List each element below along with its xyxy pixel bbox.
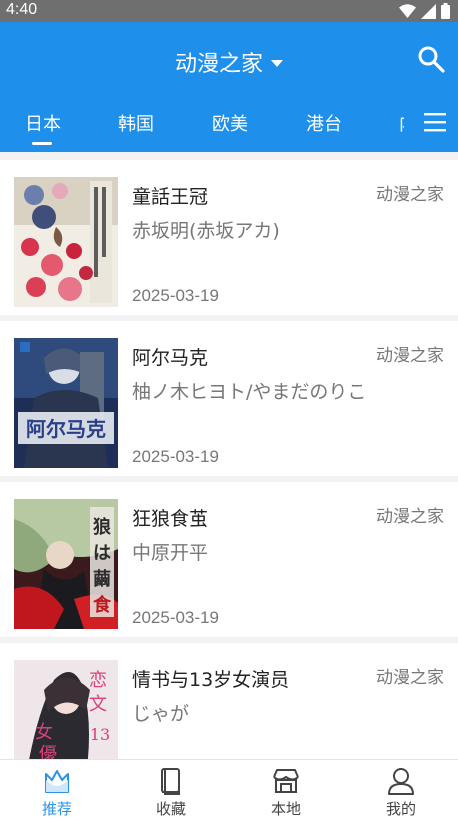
status-bar: 4:40 xyxy=(0,0,458,22)
comic-date: 2025-03-19 xyxy=(132,608,219,627)
search-icon[interactable] xyxy=(416,44,446,74)
comic-author: じゃが xyxy=(132,703,190,725)
app-bar: 动漫之家 日本 韩国 欧美 港台 内地 xyxy=(0,22,458,152)
comic-author: 中原开平 xyxy=(132,542,209,564)
svg-text:食: 食 xyxy=(92,594,112,616)
svg-text:は: は xyxy=(93,543,111,564)
svg-text:狼: 狼 xyxy=(93,516,112,538)
comic-title: 狂狼食茧 xyxy=(132,508,209,530)
tab-western[interactable]: 欧美 xyxy=(212,110,248,136)
nav-recommend[interactable]: 推荐 xyxy=(0,760,114,820)
comic-card[interactable]: 阿尔马克 阿尔马克 柚ノ木ヒヨト/やまだのりこ 2025-03-19 动漫之家 xyxy=(0,321,458,476)
user-icon xyxy=(388,768,414,795)
svg-text:恋: 恋 xyxy=(89,669,107,691)
comic-card[interactable]: 童話王冠 赤坂明(赤坂アカ) 2025-03-19 动漫之家 xyxy=(0,160,458,315)
comic-title: 情书与13岁女演员 xyxy=(132,669,290,691)
comic-source: 动漫之家 xyxy=(376,185,444,205)
status-icons xyxy=(399,3,450,19)
tab-japan[interactable]: 日本 xyxy=(25,110,61,136)
tab-korea[interactable]: 韩国 xyxy=(118,110,154,136)
nav-label: 推荐 xyxy=(41,800,72,818)
crown-icon xyxy=(45,770,69,793)
comic-author: 柚ノ木ヒヨト/やまだのりこ xyxy=(132,381,367,403)
book-icon xyxy=(161,768,180,795)
nav-mine[interactable]: 我的 xyxy=(344,760,458,820)
comic-card[interactable]: 狼 は 繭 食 狂狼食茧 中原开平 2025-03-19 动漫之家 xyxy=(0,482,458,637)
comic-author: 赤坂明(赤坂アカ) xyxy=(132,220,280,242)
signal-icon xyxy=(421,3,436,19)
nav-label: 收藏 xyxy=(155,800,186,818)
tab-mainland[interactable]: 内地 xyxy=(399,110,404,136)
comic-date: 2025-03-19 xyxy=(132,447,219,466)
battery-icon xyxy=(441,3,450,19)
svg-text:文: 文 xyxy=(89,694,107,715)
nav-local[interactable]: 本地 xyxy=(229,760,343,820)
comic-cover: 阿尔马克 xyxy=(14,338,118,468)
svg-text:繭: 繭 xyxy=(93,568,111,590)
status-time: 4:40 xyxy=(6,1,38,18)
nav-favorites[interactable]: 收藏 xyxy=(114,760,228,820)
svg-text:女: 女 xyxy=(35,722,53,743)
comic-date: 2025-03-19 xyxy=(132,286,219,305)
region-tabs: 日本 韩国 欧美 港台 内地 xyxy=(0,106,404,152)
nav-label: 本地 xyxy=(270,800,301,818)
svg-text:優: 優 xyxy=(39,744,57,759)
comic-source: 动漫之家 xyxy=(376,346,444,366)
comic-title: 阿尔马克 xyxy=(132,347,209,369)
svg-text:阿尔马克: 阿尔马克 xyxy=(26,417,106,441)
wifi-icon xyxy=(399,4,416,18)
nav-label: 我的 xyxy=(385,800,416,818)
menu-icon[interactable] xyxy=(424,110,446,134)
comic-source: 动漫之家 xyxy=(376,507,444,527)
svg-text:13: 13 xyxy=(90,725,110,744)
comic-title: 童話王冠 xyxy=(132,186,209,208)
page-title: 动漫之家 xyxy=(174,52,263,77)
tab-indicator xyxy=(32,142,52,145)
comic-list: 童話王冠 赤坂明(赤坂アカ) 2025-03-19 动漫之家 阿尔马克 阿尔马克… xyxy=(0,152,458,759)
comic-cover xyxy=(14,177,118,307)
bottom-nav: 推荐 收藏 本地 我的 xyxy=(0,759,458,820)
caret-down-icon xyxy=(271,59,283,67)
comic-cover: 恋 文 13 女 優 xyxy=(14,660,118,759)
comic-source: 动漫之家 xyxy=(376,668,444,688)
store-icon xyxy=(273,769,299,793)
tab-hk-tw[interactable]: 港台 xyxy=(306,110,342,136)
comic-card[interactable]: 恋 文 13 女 優 情书与13岁女演员 じゃが 动漫之家 xyxy=(0,643,458,759)
source-selector[interactable]: 动漫之家 xyxy=(0,46,458,78)
comic-cover: 狼 は 繭 食 xyxy=(14,499,118,629)
